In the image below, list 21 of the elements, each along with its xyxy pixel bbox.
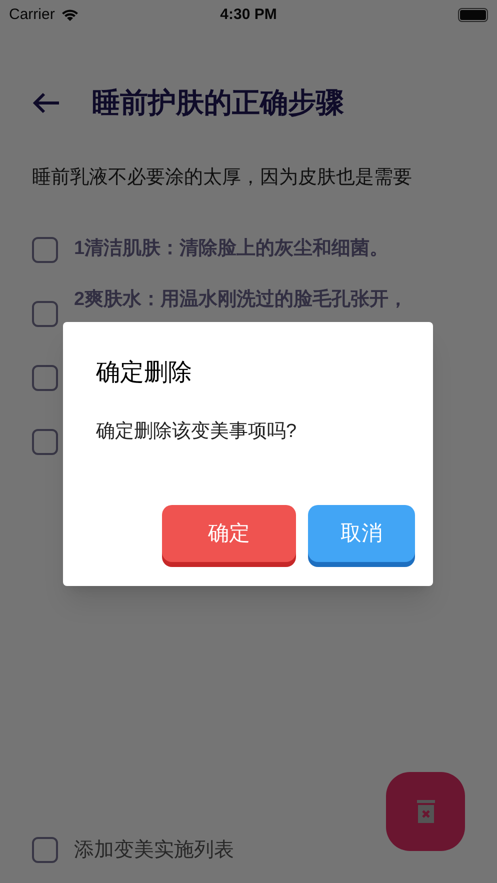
cancel-button[interactable]: 取消 bbox=[308, 505, 415, 562]
checkbox[interactable] bbox=[32, 300, 58, 326]
intro-text: 睡前乳液不必要涂的太厚，因为皮肤也是需要 bbox=[32, 167, 412, 188]
back-arrow-icon[interactable] bbox=[32, 92, 60, 114]
checkbox[interactable] bbox=[32, 364, 58, 390]
step-text: 2爽肤水：用温水刚洗过的脸毛孔张开， bbox=[74, 288, 408, 312]
carrier-label: Carrier bbox=[9, 4, 55, 25]
add-to-list-label: 添加变美实施列表 bbox=[74, 838, 234, 863]
dialog-title: 确定删除 bbox=[96, 358, 193, 388]
checkbox[interactable] bbox=[32, 428, 58, 454]
trash-icon bbox=[416, 798, 436, 824]
battery-icon bbox=[458, 8, 488, 22]
page-title: 睡前护肤的正确步骤 bbox=[92, 86, 344, 120]
dialog-message: 确定删除该变美事项吗? bbox=[96, 420, 298, 444]
delete-fab[interactable] bbox=[386, 772, 465, 851]
checkbox[interactable] bbox=[32, 236, 58, 262]
wifi-icon bbox=[60, 8, 79, 22]
checkbox[interactable] bbox=[32, 837, 58, 863]
step-text: 1清洁肌肤：清除脸上的灰尘和细菌。 bbox=[74, 236, 389, 262]
confirm-button[interactable]: 确定 bbox=[162, 505, 296, 562]
status-time: 4:30 PM bbox=[220, 4, 277, 25]
